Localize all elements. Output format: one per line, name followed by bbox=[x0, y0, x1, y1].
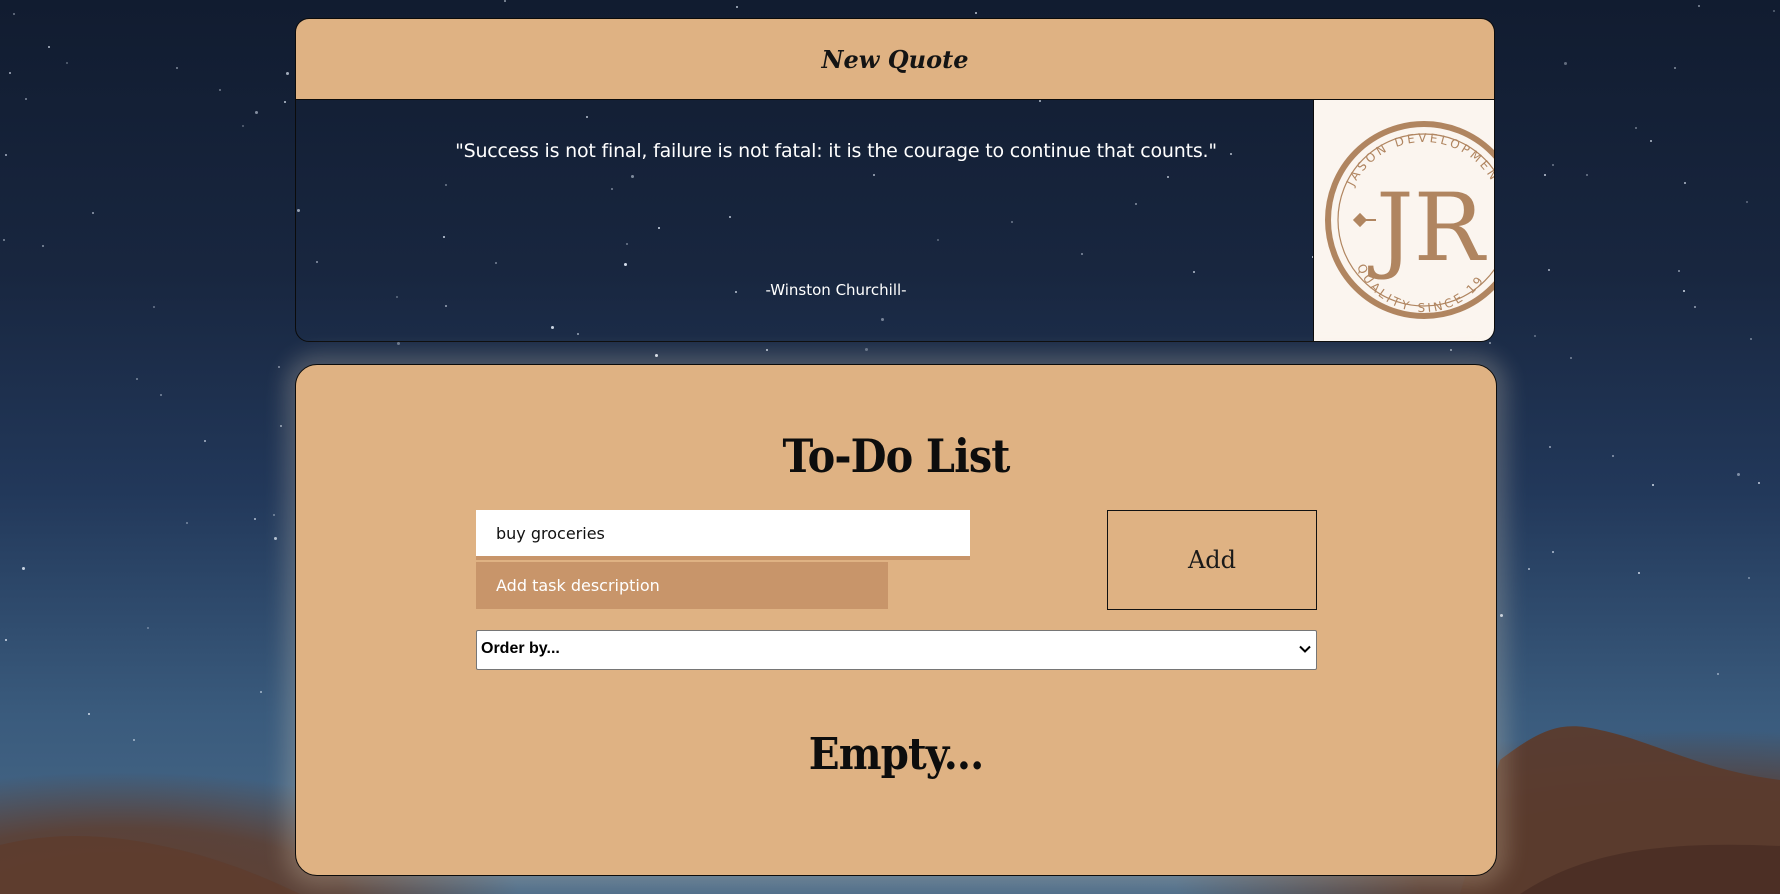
star bbox=[186, 522, 188, 524]
star bbox=[286, 72, 289, 75]
new-quote-label: New Quote bbox=[821, 44, 969, 74]
order-by-select[interactable]: Order by... bbox=[476, 630, 1317, 670]
star bbox=[254, 518, 256, 520]
star bbox=[1570, 357, 1572, 359]
star bbox=[1758, 482, 1760, 484]
star bbox=[1635, 127, 1637, 129]
star bbox=[1773, 10, 1775, 12]
star bbox=[1549, 446, 1551, 448]
task-description-input[interactable] bbox=[476, 562, 888, 609]
star bbox=[133, 739, 135, 741]
star bbox=[273, 514, 275, 516]
star bbox=[284, 101, 286, 103]
star bbox=[280, 425, 282, 427]
star bbox=[504, 0, 506, 2]
star bbox=[1748, 577, 1750, 579]
quote-card: New Quote "Success is not final, failure… bbox=[295, 18, 1495, 342]
star bbox=[1489, 342, 1491, 344]
star bbox=[274, 537, 277, 540]
star bbox=[736, 6, 738, 8]
star bbox=[136, 378, 138, 380]
star bbox=[92, 212, 94, 214]
todo-card: To-Do List Add Order by... Empty... bbox=[295, 364, 1497, 876]
brand-logo: JASON DEVELOPMENT QUALITY SINCE 19 JR bbox=[1313, 100, 1494, 341]
star bbox=[1528, 568, 1530, 570]
star bbox=[176, 67, 178, 69]
star bbox=[1698, 5, 1700, 7]
star bbox=[865, 348, 868, 351]
star bbox=[160, 394, 162, 396]
star bbox=[25, 98, 27, 100]
star bbox=[766, 349, 768, 351]
quote-author: -Winston Churchill- bbox=[765, 281, 907, 299]
star bbox=[1750, 338, 1752, 340]
order-by-selected-value: Order by... bbox=[481, 640, 560, 657]
star bbox=[9, 72, 11, 74]
star bbox=[278, 366, 280, 368]
empty-list-message: Empty... bbox=[808, 729, 984, 780]
star bbox=[255, 111, 258, 114]
star bbox=[655, 354, 658, 357]
add-task-button[interactable]: Add bbox=[1107, 510, 1317, 610]
star bbox=[1564, 62, 1567, 65]
star bbox=[1746, 201, 1748, 203]
star bbox=[42, 245, 44, 247]
jr-monogram-logo-icon: JASON DEVELOPMENT QUALITY SINCE 19 JR bbox=[1325, 121, 1494, 319]
star bbox=[88, 713, 90, 715]
star bbox=[1650, 140, 1652, 142]
star bbox=[1544, 174, 1546, 176]
star bbox=[1548, 269, 1550, 271]
star bbox=[219, 89, 221, 91]
quote-text: "Success is not final, failure is not fa… bbox=[455, 140, 1217, 162]
star bbox=[1674, 67, 1676, 69]
star bbox=[1450, 349, 1452, 351]
star bbox=[242, 125, 244, 127]
star bbox=[397, 342, 400, 345]
star bbox=[1586, 174, 1588, 176]
star bbox=[5, 154, 7, 156]
star bbox=[1500, 614, 1503, 617]
star bbox=[1552, 551, 1554, 553]
chevron-down-icon bbox=[1299, 645, 1311, 653]
task-title-input[interactable] bbox=[476, 510, 970, 560]
new-quote-button[interactable]: New Quote bbox=[296, 19, 1494, 100]
star bbox=[13, 13, 15, 15]
star bbox=[3, 239, 5, 241]
star bbox=[260, 691, 262, 693]
star bbox=[204, 440, 206, 442]
star bbox=[1683, 290, 1685, 292]
todo-title: To-Do List bbox=[782, 429, 1010, 483]
star bbox=[1737, 473, 1740, 476]
star bbox=[1678, 270, 1680, 272]
star bbox=[1612, 455, 1614, 457]
star bbox=[48, 46, 50, 48]
star bbox=[1638, 572, 1640, 574]
star bbox=[1684, 182, 1686, 184]
star bbox=[1717, 673, 1719, 675]
star bbox=[147, 627, 149, 629]
star bbox=[1694, 306, 1696, 308]
star bbox=[1534, 335, 1536, 337]
star bbox=[66, 62, 68, 64]
logo-monogram: JR bbox=[1368, 174, 1488, 283]
quote-body: "Success is not final, failure is not fa… bbox=[296, 100, 1494, 341]
star bbox=[975, 12, 977, 14]
star bbox=[1652, 484, 1654, 486]
star bbox=[5, 639, 7, 641]
star bbox=[153, 306, 155, 308]
star bbox=[22, 567, 25, 570]
star bbox=[1552, 164, 1554, 166]
